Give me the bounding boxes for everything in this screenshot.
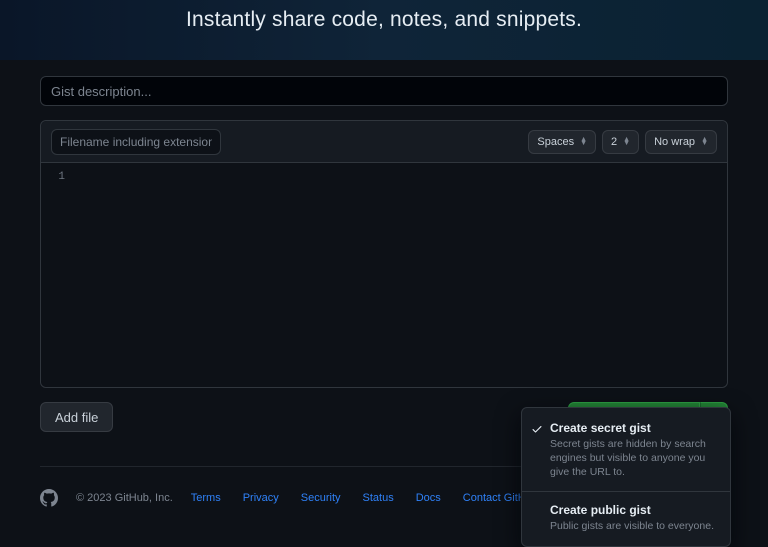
hero-title: Instantly share code, notes, and snippet… [186, 8, 582, 32]
check-icon [531, 423, 543, 435]
footer-link-terms[interactable]: Terms [191, 492, 221, 504]
dropdown-option-secret[interactable]: Create secret gist Secret gists are hidd… [522, 414, 730, 487]
select-arrows-icon: ▲▼ [580, 138, 587, 146]
create-gist-dropdown: Create secret gist Secret gists are hidd… [521, 407, 731, 547]
dropdown-secret-desc: Secret gists are hidden by search engine… [550, 437, 718, 480]
filename-input[interactable] [51, 129, 221, 155]
footer-copyright: © 2023 GitHub, Inc. [76, 492, 173, 504]
dropdown-secret-title: Create secret gist [550, 421, 718, 435]
footer-link-privacy[interactable]: Privacy [243, 492, 279, 504]
wrap-mode-select[interactable]: No wrap ▲▼ [645, 130, 717, 154]
dropdown-option-public[interactable]: Create public gist Public gists are visi… [522, 496, 730, 540]
select-arrows-icon: ▲▼ [701, 138, 708, 146]
select-arrows-icon: ▲▼ [623, 138, 630, 146]
hero-banner: Instantly share code, notes, and snippet… [0, 0, 768, 60]
file-header: Spaces ▲▼ 2 ▲▼ No wrap ▲▼ [41, 121, 727, 163]
footer-link-status[interactable]: Status [363, 492, 394, 504]
indent-size-label: 2 [611, 136, 617, 148]
gist-form: Spaces ▲▼ 2 ▲▼ No wrap ▲▼ 1 Add file [0, 60, 768, 467]
footer-link-security[interactable]: Security [301, 492, 341, 504]
indent-mode-label: Spaces [537, 136, 574, 148]
dropdown-separator [522, 491, 730, 492]
indent-size-select[interactable]: 2 ▲▼ [602, 130, 639, 154]
add-file-button[interactable]: Add file [40, 402, 113, 432]
editor-settings: Spaces ▲▼ 2 ▲▼ No wrap ▲▼ [528, 130, 717, 154]
add-file-label: Add file [55, 410, 98, 425]
code-editor: 1 [41, 163, 727, 387]
footer-link-docs[interactable]: Docs [416, 492, 441, 504]
dropdown-public-title: Create public gist [550, 503, 718, 517]
code-textarea[interactable] [75, 163, 727, 387]
wrap-mode-label: No wrap [654, 136, 695, 148]
dropdown-public-desc: Public gists are visible to everyone. [550, 519, 718, 533]
indent-mode-select[interactable]: Spaces ▲▼ [528, 130, 596, 154]
gist-description-input[interactable] [40, 76, 728, 106]
line-number: 1 [41, 171, 65, 183]
github-logo-icon [40, 489, 58, 507]
line-gutter: 1 [41, 163, 75, 387]
file-box: Spaces ▲▼ 2 ▲▼ No wrap ▲▼ 1 [40, 120, 728, 388]
